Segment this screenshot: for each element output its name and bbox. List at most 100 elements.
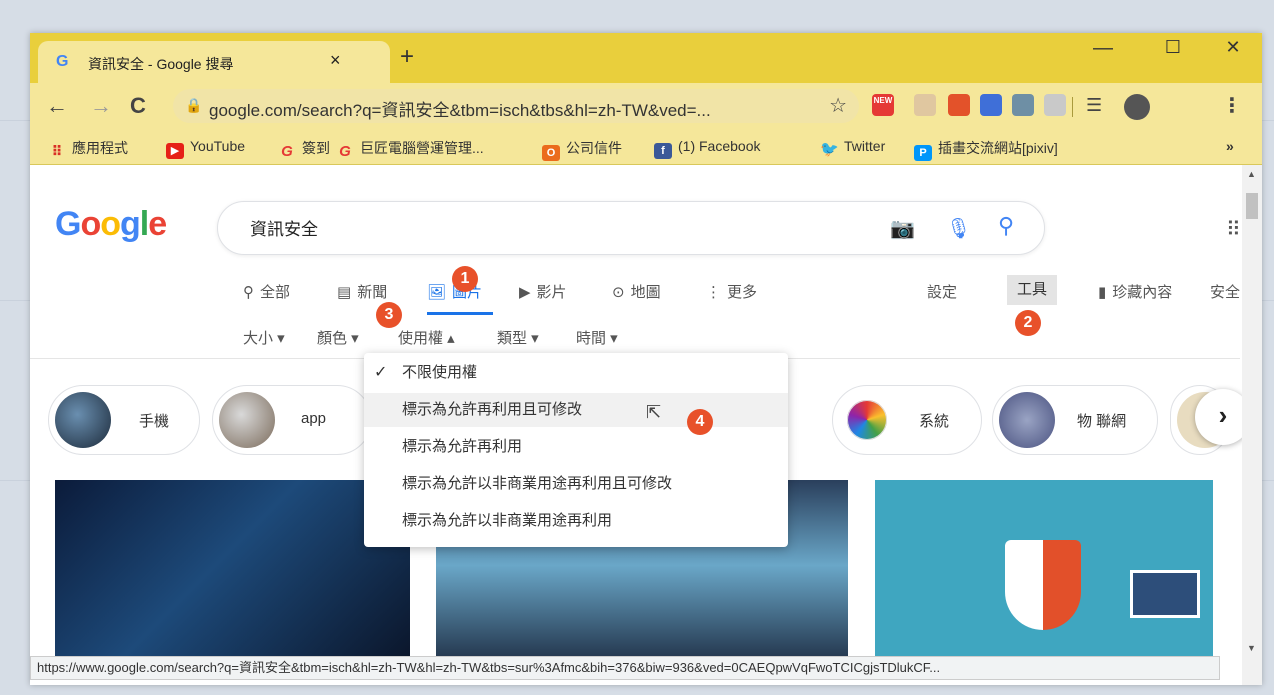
image-result[interactable] bbox=[875, 480, 1213, 670]
filter-usage-rights[interactable]: 使用權 ▴ bbox=[398, 327, 455, 348]
menu-item-label: 標示為允許再利用 bbox=[402, 438, 523, 455]
menu-item-reuse-modify[interactable]: 標示為允許再利用且可修改 ⇱ bbox=[364, 393, 788, 427]
search-icon[interactable]: ⚲ bbox=[998, 213, 1014, 239]
google-apps-icon[interactable]: ⠿ bbox=[1226, 217, 1241, 242]
tab-maps[interactable]: ⊙ 地圖 bbox=[612, 281, 661, 302]
scroll-up-icon[interactable]: ▲ bbox=[1247, 169, 1256, 179]
bookmark-label: 簽到 bbox=[302, 140, 330, 156]
maximize-button[interactable]: ☐ bbox=[1158, 37, 1188, 58]
address-url: google.com/search?q=資訊安全&tbm=isch&tbs&hl… bbox=[209, 101, 711, 120]
cursor-icon: ⇱ bbox=[646, 402, 662, 422]
video-icon: ▶ bbox=[519, 284, 531, 301]
callout-badge: 3 bbox=[376, 302, 402, 328]
extension-misc-icon[interactable] bbox=[1044, 94, 1066, 116]
tab-news[interactable]: ▤ 新聞 bbox=[337, 281, 387, 302]
bookmark-facebook[interactable]: f (1) Facebook bbox=[654, 138, 760, 159]
scrollbar-thumb[interactable] bbox=[1246, 193, 1258, 219]
menu-item-label: 標示為允許以非商業用途再利用 bbox=[402, 512, 613, 529]
filter-size[interactable]: 大小 ▾ bbox=[243, 327, 285, 348]
chip-thumbnail bbox=[999, 392, 1055, 448]
extension-grid-icon[interactable] bbox=[980, 94, 1002, 116]
chip-iot[interactable]: 物 聯網 bbox=[992, 385, 1158, 455]
google-logo[interactable]: Google bbox=[55, 205, 167, 244]
menu-item-label: 標示為允許以非商業用途再利用且可修改 bbox=[402, 475, 673, 492]
title-bar: G 資訊安全 - Google 搜尋 × + — ☐ ✕ bbox=[30, 33, 1262, 83]
chip-label: app bbox=[301, 410, 327, 427]
search-input[interactable] bbox=[248, 216, 848, 238]
g-logo-icon: G bbox=[339, 143, 351, 160]
forward-icon[interactable]: → bbox=[90, 93, 112, 119]
tab-label: 全部 bbox=[260, 284, 291, 301]
callout-badge: 2 bbox=[1015, 310, 1041, 336]
tab-label: 更多 bbox=[727, 284, 758, 301]
more-icon: ⋮ bbox=[706, 284, 721, 301]
address-bar[interactable]: 🔒 google.com/search?q=資訊安全&tbm=isch&tbs&… bbox=[173, 89, 859, 123]
bookmarks-overflow-button[interactable]: » bbox=[1226, 138, 1234, 154]
extension-ticket-icon[interactable] bbox=[914, 94, 936, 116]
bookmark-apps[interactable]: ⠿ 應用程式 bbox=[48, 138, 128, 159]
chip-thumbnail bbox=[839, 392, 895, 448]
chip-label: 系統 bbox=[919, 413, 950, 430]
extension-chat-icon[interactable] bbox=[1012, 94, 1034, 116]
bookmark-pixiv[interactable]: P 插畫交流網站[pixiv] bbox=[914, 138, 1058, 161]
ext-new-label: NEW bbox=[873, 96, 893, 105]
reading-list-icon[interactable]: ☰ bbox=[1086, 95, 1102, 116]
microphone-icon[interactable]: 🎙 bbox=[946, 216, 971, 241]
menu-item-label: 標示為允許再利用且可修改 bbox=[402, 401, 583, 418]
tab-more[interactable]: ⋮ 更多 bbox=[706, 281, 757, 302]
menu-kebab-icon[interactable]: ⋮ bbox=[1222, 93, 1242, 118]
search-box[interactable]: 📷 🎙 ⚲ bbox=[217, 201, 1045, 255]
new-tab-button[interactable]: + bbox=[400, 45, 414, 69]
callout-badge: 4 bbox=[687, 409, 713, 435]
scroll-down-icon[interactable]: ▼ bbox=[1247, 643, 1256, 653]
filter-type[interactable]: 類型 ▾ bbox=[497, 327, 539, 348]
menu-item-noncommercial[interactable]: 標示為允許以非商業用途再利用 bbox=[364, 504, 788, 538]
bookmark-twitter[interactable]: 🐦 Twitter bbox=[820, 138, 885, 158]
google-favicon-icon: G bbox=[56, 53, 69, 70]
image-icon: 🖼 bbox=[427, 284, 447, 301]
profile-avatar[interactable] bbox=[1124, 94, 1150, 120]
reload-icon[interactable]: C bbox=[130, 93, 146, 119]
tab-all[interactable]: ⚲ 全部 bbox=[243, 281, 290, 302]
bookmarks-bar: ⠿ 應用程式 ▶ YouTube G 簽到 G 巨匠電腦營運管理... O 公司信件 f (… bbox=[30, 129, 1262, 165]
bookmark-office[interactable]: O 公司信件 bbox=[542, 138, 622, 161]
back-icon[interactable]: ← bbox=[46, 93, 68, 119]
chip-thumbnail bbox=[55, 392, 111, 448]
chip-phone[interactable]: 手機 bbox=[48, 385, 200, 455]
filter-time[interactable]: 時間 ▾ bbox=[576, 327, 618, 348]
tab-label: 新聞 bbox=[357, 284, 388, 301]
toolbar-divider bbox=[1072, 97, 1073, 117]
collections-link[interactable]: ▮ 珍藏內容 bbox=[1098, 281, 1172, 302]
settings-link[interactable]: 設定 bbox=[927, 281, 957, 302]
menu-item-reuse[interactable]: 標示為允許再利用 bbox=[364, 430, 788, 464]
minimize-button[interactable]: — bbox=[1088, 37, 1118, 60]
tab-close-icon[interactable]: × bbox=[330, 50, 341, 71]
image-result[interactable] bbox=[55, 480, 410, 670]
tools-button[interactable]: 工具 bbox=[1007, 275, 1057, 305]
camera-icon[interactable]: 📷 bbox=[890, 216, 915, 241]
menu-item-any[interactable]: ✓ 不限使用權 bbox=[364, 356, 788, 390]
usage-rights-menu: ✓ 不限使用權 標示為允許再利用且可修改 ⇱ 標示為允許再利用 標示為允許以非商業用… bbox=[364, 353, 788, 547]
bookmark-signin[interactable]: G 簽到 bbox=[278, 138, 330, 160]
bookmark-label: 公司信件 bbox=[566, 140, 622, 156]
chip-app[interactable]: app bbox=[212, 385, 372, 455]
new-extension-icon[interactable]: NEW bbox=[872, 94, 894, 116]
bookmark-star-icon[interactable]: ☆ bbox=[829, 93, 847, 118]
menu-item-noncommercial-modify[interactable]: 標示為允許以非商業用途再利用且可修改 bbox=[364, 467, 788, 501]
youtube-icon: ▶ bbox=[166, 143, 184, 159]
chip-label: 物 聯網 bbox=[1077, 413, 1127, 430]
extension-pdf-icon[interactable] bbox=[948, 94, 970, 116]
chip-system[interactable]: 系統 bbox=[832, 385, 982, 455]
bookmark-youtube[interactable]: ▶ YouTube bbox=[166, 138, 245, 159]
tab-title: 資訊安全 - Google 搜尋 bbox=[88, 56, 234, 72]
tab-videos[interactable]: ▶ 影片 bbox=[519, 281, 567, 302]
bookmark-label: (1) Facebook bbox=[678, 138, 761, 154]
browser-tab[interactable]: G 資訊安全 - Google 搜尋 × bbox=[38, 41, 390, 83]
close-window-button[interactable]: ✕ bbox=[1218, 37, 1248, 58]
bookmark-kjc[interactable]: G 巨匠電腦營運管理... bbox=[336, 138, 484, 160]
filter-color[interactable]: 顏色 ▾ bbox=[317, 327, 359, 348]
vertical-scrollbar[interactable]: ▲ ▼ bbox=[1242, 165, 1262, 685]
search-icon: ⚲ bbox=[243, 284, 254, 301]
lock-icon: 🔒 bbox=[185, 97, 203, 113]
safesearch-link[interactable]: 安全 bbox=[1210, 281, 1240, 302]
